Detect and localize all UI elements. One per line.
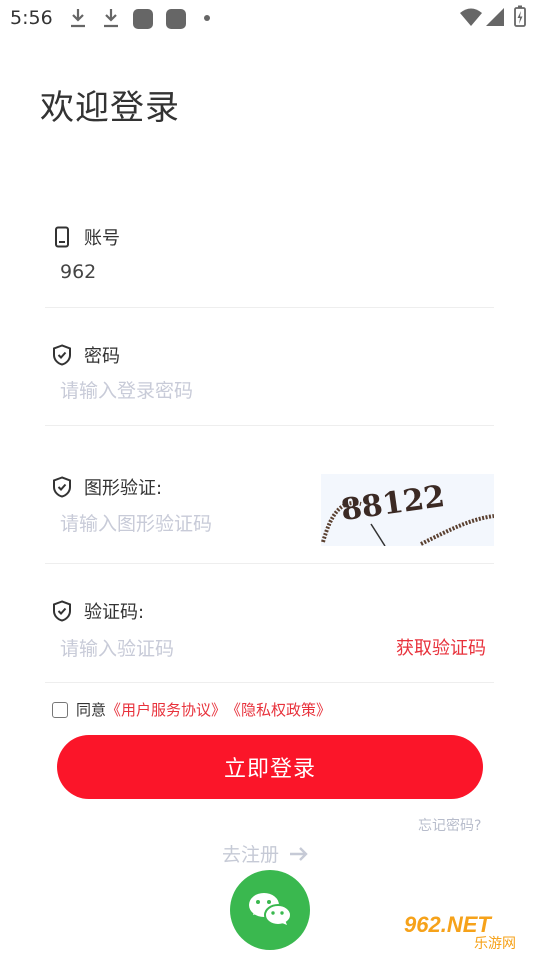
wechat-icon [249, 893, 292, 926]
wechat-login-button[interactable] [230, 870, 310, 950]
captcha-label: 图形验证: [84, 478, 163, 499]
password-label: 密码 [84, 346, 120, 367]
divider [45, 563, 494, 564]
sms-label: 验证码: [84, 602, 145, 623]
watermark-bottom: 乐游网 [474, 936, 516, 952]
captcha-text: 88122 [339, 479, 447, 528]
user-agreement-link[interactable]: 《用户服务协议》 [106, 699, 226, 720]
get-code-button[interactable]: 获取验证码 [396, 634, 486, 660]
agreement-checkbox[interactable] [52, 701, 68, 718]
sms-code-input[interactable] [60, 636, 290, 662]
captcha-label-row: 图形验证: [52, 474, 162, 500]
download-icon [71, 9, 85, 28]
register-label: 去注册 [222, 844, 280, 866]
status-bar: 5:56 [0, 0, 537, 36]
account-label: 账号 [84, 228, 120, 249]
password-input[interactable] [60, 378, 300, 404]
captcha-input[interactable] [60, 511, 290, 537]
phone-icon [52, 226, 72, 248]
watermark-logo: 962.NET 乐游网 [398, 908, 532, 952]
divider [45, 682, 494, 683]
password-label-row: 密码 [52, 342, 120, 368]
shield-icon [52, 600, 72, 622]
status-time: 5:56 [10, 7, 53, 29]
signal-icon [486, 8, 504, 26]
divider [45, 425, 494, 426]
download-icon [104, 9, 118, 28]
wifi-icon [460, 8, 482, 26]
account-label-row: 账号 [52, 224, 120, 250]
arrow-right-icon [289, 846, 309, 862]
privacy-policy-link[interactable]: 《隐私权政策》 [226, 699, 331, 720]
login-button[interactable]: 立即登录 [57, 735, 483, 799]
app-notification-icon [166, 9, 186, 29]
sms-label-row: 验证码: [52, 598, 144, 624]
shield-icon [52, 476, 72, 498]
agreement-row: 同意 《用户服务协议》 《隐私权政策》 [52, 699, 331, 720]
agreement-prefix: 同意 [76, 701, 107, 719]
forgot-password-link[interactable]: 忘记密码? [418, 815, 481, 835]
app-notification-icon [133, 9, 153, 29]
more-notifications-icon [204, 15, 210, 21]
register-link[interactable]: 去注册 [222, 840, 309, 867]
captcha-image[interactable]: 88122 [321, 474, 494, 546]
battery-icon [514, 5, 526, 27]
shield-icon [52, 344, 72, 366]
captcha-graphic: 88122 [321, 479, 494, 546]
divider [45, 307, 494, 308]
watermark-top: 962.NET [404, 912, 492, 937]
page-title: 欢迎登录 [40, 88, 180, 128]
account-input[interactable]: 962 [60, 261, 300, 283]
